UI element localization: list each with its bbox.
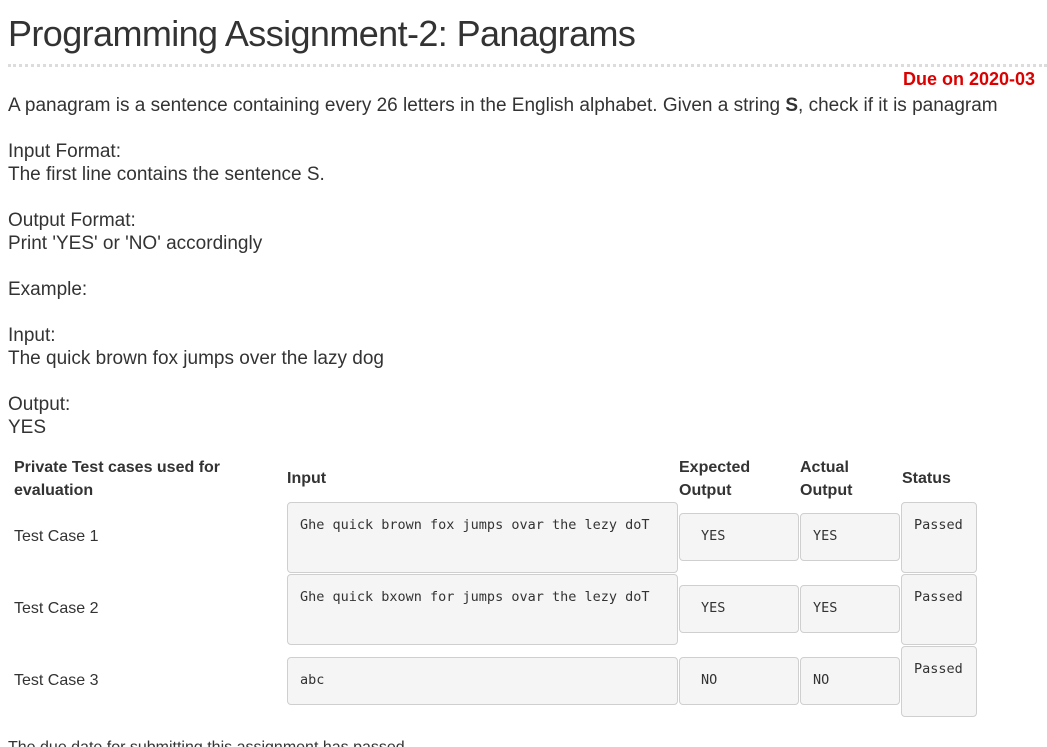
expected-output-box[interactable]: NO: [679, 657, 799, 705]
status-box[interactable]: Passed: [901, 502, 977, 573]
submission-closed-note: The due date for submitting this assignm…: [8, 738, 409, 747]
header-actual-output: Actual Output: [800, 459, 853, 499]
test-input-box[interactable]: abc: [287, 657, 678, 705]
header-expected-output: Expected Output: [679, 459, 751, 499]
due-date: Due on 2020-03: [903, 69, 1036, 89]
expected-output-box[interactable]: YES: [679, 585, 799, 633]
example-output-heading: Output:: [8, 394, 71, 415]
status-box[interactable]: Passed: [901, 646, 977, 717]
test-case-label: Test Case 3: [14, 672, 99, 689]
example-input-text: The quick brown fox jumps over the lazy …: [8, 348, 384, 369]
example-input-heading: Input:: [8, 325, 56, 346]
header-test-case: Private Test cases used for evaluation: [14, 459, 221, 499]
actual-output-box[interactable]: YES: [800, 585, 900, 633]
description-text: A panagram is a sentence containing ever…: [8, 95, 786, 116]
expected-output-box[interactable]: YES: [679, 513, 799, 561]
example-heading: Example:: [8, 279, 88, 300]
header-input: Input: [287, 470, 327, 487]
test-input-box[interactable]: Ghe quick bxown for jumps ovar the lezy …: [287, 574, 678, 645]
test-input-box[interactable]: Ghe quick brown fox jumps ovar the lezy …: [287, 502, 678, 573]
description-text-end: , check if it is panagram: [798, 95, 998, 116]
input-format-text: The first line contains the sentence S.: [8, 164, 325, 185]
status-box[interactable]: Passed: [901, 574, 977, 645]
description-variable: S: [785, 95, 799, 116]
example-output-text: YES: [8, 417, 47, 438]
test-case-label: Test Case 1: [14, 528, 99, 545]
test-case-label: Test Case 2: [14, 600, 99, 617]
page-title: Programming Assignment-2: Panagrams: [8, 13, 636, 54]
header-status: Status: [902, 470, 951, 487]
output-format-text: Print 'YES' or 'NO' accordingly: [8, 233, 263, 254]
problem-description: A panagram is a sentence containing ever…: [8, 94, 998, 117]
input-format-heading: Input Format:: [8, 141, 121, 162]
actual-output-box[interactable]: YES: [800, 513, 900, 561]
actual-output-box[interactable]: NO: [800, 657, 900, 705]
title-divider: [8, 64, 1047, 67]
output-format-heading: Output Format:: [8, 210, 136, 231]
